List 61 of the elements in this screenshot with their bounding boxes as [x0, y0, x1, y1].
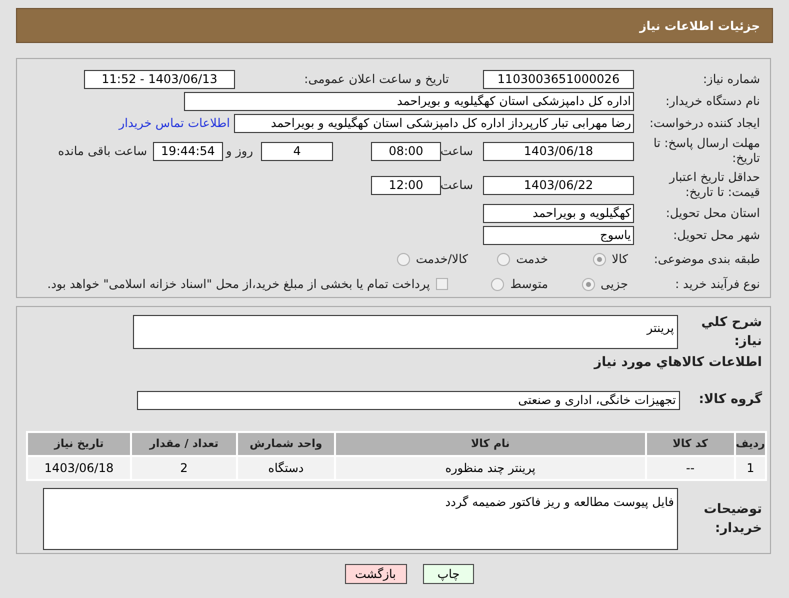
column-header: واحد شمارش [238, 433, 334, 455]
contact-link[interactable]: اطلاعات تماس خریدار [118, 114, 230, 132]
field-label: استان محل تحویل: [664, 205, 760, 222]
checkbox[interactable] [436, 278, 448, 290]
option-label: کالا [612, 251, 628, 268]
radio-button[interactable] [491, 278, 504, 290]
radio-button[interactable] [582, 278, 595, 290]
text-field[interactable]: 1103003651000026 [483, 70, 634, 88]
field-label: نوع فرآیند خرید : [674, 276, 760, 293]
column-header: نام کالا [336, 433, 645, 455]
text-field[interactable]: رضا مهرابی تبار کارپرداز اداره کل دامپزشکی استان کهگیلویه و بویراحمد [234, 114, 634, 132]
text-field[interactable]: 1403/06/13 - 11:52 [84, 70, 235, 88]
text-field[interactable]: 08:00 [371, 142, 441, 160]
field-label: حداقل تاریخ اعتبار قیمت: تا تاریخ: [668, 170, 760, 200]
option-label: جزیی [600, 276, 628, 293]
field-label: تاریخ و ساعت اعلان عمومی: [303, 71, 450, 88]
field-label: شماره نیاز: [702, 71, 760, 88]
table-cell: پرینتر چند منظوره [336, 457, 645, 479]
field-label: روز و [224, 143, 254, 160]
table-cell: -- [646, 457, 734, 479]
text-field[interactable]: 12:00 [371, 176, 441, 194]
field-label: شرح کلي نياز: [700, 314, 762, 351]
field-label: ایجاد کننده درخواست: [648, 115, 760, 132]
table-cell: 1403/06/18 [28, 457, 130, 479]
radio-button[interactable] [396, 252, 410, 266]
print-button[interactable]: چاپ [423, 564, 474, 584]
option-label: خدمت [516, 251, 548, 268]
column-header: کد کالا [646, 433, 734, 455]
table-cell: دستگاه [238, 457, 334, 479]
countdown-field[interactable]: 19:44:54 [153, 142, 223, 160]
column-header: تاریخ نیاز [28, 433, 130, 455]
field-label: طبقه بندی موضوعی: [652, 251, 760, 268]
column-header: ردیف [736, 433, 765, 455]
radio-button[interactable] [592, 252, 606, 266]
option-label: کالا/خدمت [416, 251, 468, 268]
text-field[interactable]: یاسوج [483, 226, 634, 244]
field-label: شهر محل تحویل: [672, 227, 760, 244]
radio-button[interactable] [497, 252, 510, 266]
notes-textarea[interactable]: فایل پیوست مطالعه و ریز فاکتور ضمیمه گردد [43, 488, 678, 550]
field-label: ساعت [441, 177, 474, 194]
text-field[interactable]: 4 [261, 142, 333, 160]
group-field[interactable]: تجهیزات خانگی، اداری و صنعتی [137, 390, 680, 410]
field-label: نام دستگاه خریدار: [664, 93, 760, 110]
section-title: اطلاعات کالاهاي مورد نياز [594, 354, 762, 372]
field-label: ساعت باقی مانده [58, 143, 148, 160]
option-label: متوسط [510, 276, 548, 293]
back-button[interactable]: بازگشت [345, 564, 407, 584]
page-title: جزئیات اطلاعات نیاز [639, 18, 760, 34]
field-label: توضیحات خریدار: [702, 500, 762, 538]
field-label: مهلت ارسال پاسخ: تا تاریخ: [652, 136, 760, 166]
table-cell: 2 [132, 457, 236, 479]
field-label: گروه کالا: [698, 390, 762, 410]
text-field[interactable]: 1403/06/18 [483, 142, 634, 160]
text-field[interactable]: کهگیلویه و بویراحمد [483, 204, 634, 222]
text-field[interactable]: 1403/06/22 [483, 176, 634, 194]
description-textarea[interactable]: پرینتر [133, 315, 678, 349]
payment-note: پرداخت تمام یا بخشی از مبلغ خرید،از محل "اسناد خزانه اسلامی" خواهد بود. [47, 276, 430, 293]
text-field[interactable]: اداره کل دامپزشکی استان کهگیلویه و بویراحمد [184, 92, 634, 110]
table-cell: 1 [736, 457, 765, 479]
field-label: ساعت [441, 143, 474, 160]
column-header: تعداد / مقدار [132, 433, 236, 455]
